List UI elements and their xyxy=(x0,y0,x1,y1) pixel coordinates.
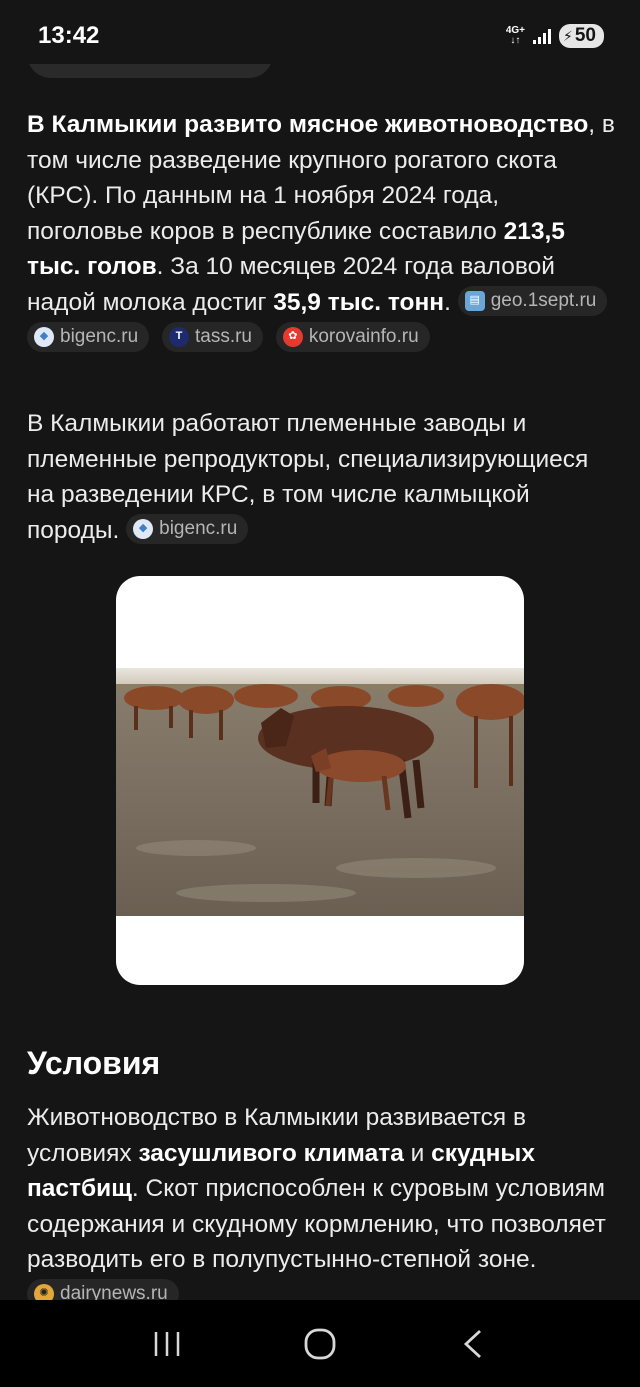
korovainfo-icon: ✿ xyxy=(282,326,303,347)
text: и xyxy=(403,1139,432,1167)
recent-apps-icon[interactable] xyxy=(137,1319,197,1369)
book-icon: ▤ xyxy=(464,291,485,312)
source-label: bigenc.ru xyxy=(60,325,139,347)
source-chip-korovainfo[interactable]: ✿ korovainfo.ru xyxy=(275,321,430,352)
tass-icon: T xyxy=(168,326,189,347)
status-time: 13:42 xyxy=(38,22,100,49)
source-chip-bigenc[interactable]: ◆ bigenc.ru xyxy=(27,321,150,352)
source-label: geo.1sept.ru xyxy=(490,290,597,312)
cattle-photo xyxy=(116,668,524,916)
network-label: 4G+ xyxy=(505,25,526,36)
source-chip-dairynews[interactable]: ✺ dairynews.ru xyxy=(27,1279,179,1300)
battery-icon: ⚡ 50 xyxy=(559,24,604,48)
status-icons: 4G+ ↓↑ ⚡ 50 xyxy=(506,24,604,48)
back-icon[interactable] xyxy=(443,1319,503,1369)
network-type: 4G+ ↓↑ xyxy=(505,25,526,46)
bold-text: В Калмыкии развито мясное животноводство xyxy=(27,111,589,138)
paragraph-conditions: Животноводство в Калмыкии развивается в … xyxy=(27,1100,617,1300)
signal-icon xyxy=(533,28,552,44)
image-card[interactable] xyxy=(116,576,524,985)
battery-level: 50 xyxy=(574,25,596,46)
paragraph-breeding: В Калмыкии работают племенные заводы и п… xyxy=(27,406,617,548)
source-label: tass.ru xyxy=(194,325,253,347)
source-label: dairynews.ru xyxy=(60,1283,168,1300)
section-heading: Условия xyxy=(27,1045,161,1081)
text: . xyxy=(444,288,451,316)
content-area: В Калмыкии развито мясное животноводство… xyxy=(0,0,640,1300)
source-chip-geo[interactable]: ▤ geo.1sept.ru xyxy=(457,286,608,317)
status-bar: 13:42 4G+ ↓↑ ⚡ 50 xyxy=(0,0,640,64)
bold-text: засушливого климата xyxy=(138,1139,404,1167)
navigation-bar xyxy=(0,1300,640,1387)
source-label: bigenc.ru xyxy=(159,518,238,540)
source-chip-bigenc[interactable]: ◆ bigenc.ru xyxy=(126,514,249,545)
bigenc-icon: ◆ xyxy=(34,326,54,347)
source-chip-tass[interactable]: Ttass.ru xyxy=(161,321,264,352)
bigenc-icon: ◆ xyxy=(133,519,154,540)
paragraph-livestock: В Калмыкии развито мясное животноводство… xyxy=(27,107,617,356)
bold-text: 35,9 тыс. тонн xyxy=(273,288,445,316)
source-label: korovainfo.ru xyxy=(308,325,419,347)
charging-icon: ⚡ xyxy=(563,27,573,44)
text: В Калмыкии работают племенные заводы и п… xyxy=(27,410,589,544)
home-icon[interactable] xyxy=(290,1319,350,1369)
dairynews-icon: ✺ xyxy=(34,1284,54,1300)
